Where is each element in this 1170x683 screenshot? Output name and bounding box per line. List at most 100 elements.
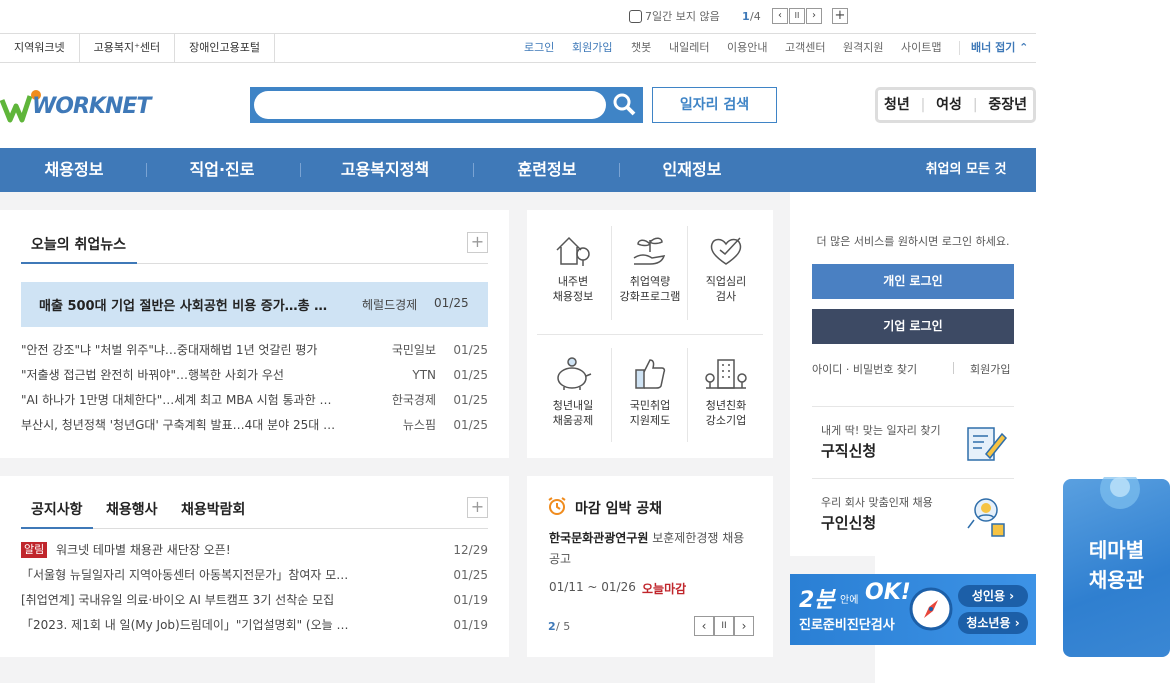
job-apply-title: 구직신청 — [821, 442, 877, 460]
company-login-button[interactable]: 기업 로그인 — [812, 309, 1014, 344]
news-item-source: 국민일보 — [391, 343, 436, 357]
news-item-date: 01/25 — [453, 393, 488, 407]
deadline-next-button[interactable]: › — [734, 616, 754, 636]
news-title[interactable]: 오늘의 취업뉴스 — [31, 234, 126, 254]
promo-name: 진로준비진단검사 — [799, 618, 895, 633]
banner-fold-label: 배너 접기 — [971, 41, 1016, 54]
nav-welfare[interactable]: 고용복지정책 — [325, 148, 445, 192]
talent-apply-title: 구인신청 — [821, 514, 877, 532]
theme-label: 테마별 채용관 — [1063, 535, 1170, 595]
chevron-right-icon: › — [1014, 616, 1020, 630]
logo-text: WORKNET — [32, 94, 151, 119]
notice-item[interactable]: [취업연계] 국내유일 의료·바이오 AI 부트캠프 3기 선착순 모집 01/1… — [21, 591, 488, 609]
service-label-1: 청년친화 — [705, 399, 747, 412]
notice-divider — [93, 528, 488, 529]
notice-more-button[interactable]: + — [467, 497, 488, 518]
utility-bar: 지역워크넷 고용복지⁺센터 장애인고용포털 로그인 회원가입 챗봇 내일레터 이… — [0, 33, 1036, 63]
sprout-hand-icon — [633, 237, 666, 265]
service-national-employment[interactable]: 국민취업 지원제도 — [612, 348, 688, 428]
nav-career[interactable]: 직업·진로 — [170, 148, 274, 192]
notice-item-date: 01/25 — [453, 568, 488, 582]
notice-item[interactable]: 「서울형 뉴딜일자리 지역아동센터 아동복지전문가」참여자 모… 01/25 — [21, 566, 488, 584]
chatbot-link[interactable]: 챗봇 — [631, 34, 651, 62]
letter-link[interactable]: 내일레터 — [669, 34, 709, 62]
deadline-prev-button[interactable]: ‹ — [694, 616, 714, 636]
career-test-banner[interactable]: 2분 안에 OK! 진로준비진단검사 성인용 › 청소년용 › — [790, 574, 1036, 645]
news-item[interactable]: "AI 하나가 1만명 대체한다"…세계 최고 MBA 시험 통과한 … 한국경제… — [21, 391, 488, 409]
news-item[interactable]: "저출생 접근법 완전히 바꿔야"…행복한 사회가 우선 YTN 01/25 — [21, 366, 488, 384]
panel-signup-link[interactable]: 회원가입 — [970, 361, 1010, 377]
personal-login-button[interactable]: 개인 로그인 — [812, 264, 1014, 299]
news-more-button[interactable]: + — [467, 232, 488, 253]
job-apply-link[interactable]: 내게 딱! 맞는 일자리 찾기 구직신청 — [812, 416, 1014, 476]
tab-notice[interactable]: 공지사항 — [31, 499, 83, 519]
news-divider — [137, 263, 488, 264]
service-youth-savings[interactable]: 청년내일 채움공제 — [535, 348, 611, 428]
banner-pause-button[interactable]: II — [789, 8, 805, 24]
nav-all-services[interactable]: 취업의 모든 것 — [910, 148, 1022, 192]
deadline-pause-button[interactable]: II — [714, 616, 734, 636]
login-message: 더 많은 서비스를 원하시면 로그인 하세요. — [816, 235, 1010, 248]
nav-divider — [146, 163, 147, 177]
service-youth-friendly-company[interactable]: 청년친화 강소기업 — [688, 348, 764, 428]
theme-recruit-hall-button[interactable]: 테마별 채용관 — [1063, 477, 1170, 657]
find-id-password-link[interactable]: 아이디 · 비밀번호 찾기 — [812, 361, 917, 377]
job-search-button[interactable]: 일자리 검색 — [652, 87, 777, 123]
promo-youth-button[interactable]: 청소년용 › — [958, 612, 1028, 634]
remote-support-link[interactable]: 원격지원 — [843, 34, 883, 62]
hide-7days-checkbox[interactable] — [629, 10, 642, 23]
thumbs-up-icon — [635, 359, 666, 389]
service-label-1: 직업심리 — [705, 275, 747, 288]
news-item[interactable]: "안전 강조"냐 "처벌 위주"냐…중대재해법 1년 엇갈린 평가 국민일보 01/… — [21, 341, 488, 359]
service-competency-program[interactable]: 취업역량 강화프로그램 — [612, 224, 688, 304]
service-nearby-jobs[interactable]: 내주변 채용정보 — [535, 224, 611, 304]
site-link-welfare-center[interactable]: 고용복지⁺센터 — [80, 34, 176, 62]
news-item[interactable]: 부산시, 청년정책 '청년G대' 구축계획 발표…4대 분야 25대 … 뉴스핌 0… — [21, 416, 488, 434]
customer-center-link[interactable]: 고객센터 — [785, 34, 825, 62]
nav-training[interactable]: 훈련정보 — [495, 148, 599, 192]
svc-hdivider — [537, 334, 763, 335]
deadline-job-link[interactable]: 한국문화관광연구원 보훈제한경쟁 채용 공고 — [549, 528, 755, 570]
signup-link[interactable]: 회원가입 — [572, 34, 612, 62]
tab-job-fair[interactable]: 채용박람회 — [181, 499, 245, 519]
promo-adult-button[interactable]: 성인용 › — [958, 585, 1028, 607]
banner-fold-button[interactable]: 배너 접기 ⌃ — [971, 34, 1028, 62]
notice-item[interactable]: 알림 워크넷 테마별 채용관 새단장 오픈! 12/29 — [21, 541, 488, 559]
heart-check-icon — [710, 237, 742, 265]
talent-apply-link[interactable]: 우리 회사 맞춤인재 채용 구인신청 — [812, 488, 1014, 548]
age-middle-button[interactable]: 중장년 — [988, 97, 1027, 113]
age-women-button[interactable]: 여성 — [936, 97, 962, 113]
notice-item[interactable]: 「2023. 제1회 내 일(My Job)드림데이」"기업설명회" (오늘 …… — [21, 616, 488, 634]
nav-talent[interactable]: 인재정보 — [640, 148, 744, 192]
house-location-icon — [556, 236, 590, 266]
search-input[interactable] — [254, 91, 606, 119]
login-link[interactable]: 로그인 — [524, 34, 554, 62]
guide-link[interactable]: 이용안내 — [727, 34, 767, 62]
news-item-date: 01/25 — [453, 418, 488, 432]
promo-big: 2분 — [799, 588, 835, 613]
news-tab-underline — [21, 262, 137, 264]
site-link-regional[interactable]: 지역워크넷 — [0, 34, 80, 62]
main-navigation: 채용정보 직업·진로 고용복지정책 훈련정보 인재정보 취업의 모든 것 — [0, 148, 1036, 192]
sitemap-link[interactable]: 사이트맵 — [901, 34, 941, 62]
search-button[interactable] — [607, 87, 643, 123]
chevron-right-icon: › — [1009, 589, 1015, 603]
resume-pen-icon — [967, 427, 1008, 461]
nav-divider — [473, 163, 474, 177]
deadline-title: 마감 임박 공채 — [575, 501, 663, 517]
banner-prev-button[interactable]: ‹ — [772, 8, 788, 24]
banner-next-button[interactable]: › — [806, 8, 822, 24]
news-highlight[interactable]: 매출 500대 기업 절반은 사회공헌 비용 증가…총 … 헤럴드경제 01/2… — [21, 282, 488, 327]
news-item-source: 뉴스핌 — [402, 418, 436, 432]
worknet-logo[interactable]: WORKNET — [0, 88, 151, 124]
site-link-disabled-portal[interactable]: 장애인고용포털 — [175, 34, 275, 62]
promo-ok: OK! — [865, 580, 911, 605]
news-card: 오늘의 취업뉴스 + 매출 500대 기업 절반은 사회공헌 비용 증가…총 …… — [0, 210, 509, 458]
service-label-1: 취업역량 — [629, 275, 671, 288]
nav-recruit[interactable]: 채용정보 — [22, 148, 126, 192]
service-psych-test[interactable]: 직업심리 검사 — [688, 224, 764, 304]
notice-card: 공지사항 채용행사 채용박람회 + 알림 워크넷 테마별 채용관 새단장 오픈!… — [0, 476, 509, 657]
age-youth-button[interactable]: 청년 — [884, 97, 910, 113]
banner-add-button[interactable]: + — [832, 8, 848, 24]
tab-recruit-event[interactable]: 채용행사 — [106, 499, 158, 519]
